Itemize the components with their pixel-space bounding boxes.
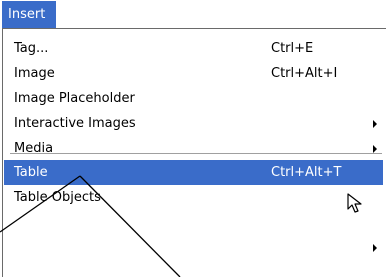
menu-item-label: Image <box>14 66 55 81</box>
menu-item-tag[interactable]: Tag... Ctrl+E <box>4 36 383 61</box>
menu-item-table-objects[interactable]: Table Objects <box>4 185 383 210</box>
menu-item-table[interactable]: Table Ctrl+Alt+T <box>4 160 383 185</box>
submenu-arrow-icon <box>373 145 377 153</box>
submenu-arrow-icon <box>373 120 377 128</box>
insert-menu-dropdown: Tag... Ctrl+E Image Ctrl+Alt+I Image Pla… <box>2 28 386 277</box>
insert-menu-title[interactable]: Insert <box>2 1 56 28</box>
menu-item-label: Interactive Images <box>14 116 136 131</box>
menu-separator <box>10 153 382 155</box>
menu-item-label: Media <box>14 141 54 156</box>
menu-item-label: Image Placeholder <box>14 91 135 106</box>
submenu-arrow-icon <box>373 244 377 252</box>
insert-menu-title-label: Insert <box>8 7 46 22</box>
menu-item-shortcut: Ctrl+Alt+T <box>271 165 342 180</box>
menu-item-label: Table <box>14 165 48 180</box>
menu-item-label: Table Objects <box>14 190 101 205</box>
menu-item-shortcut: Ctrl+E <box>271 41 314 56</box>
menu-item-hidden[interactable] <box>4 235 383 260</box>
menu-item-media[interactable]: Media <box>4 136 383 161</box>
mouse-pointer-icon <box>347 193 362 213</box>
menu-item-image-placeholder[interactable]: Image Placeholder <box>4 86 383 111</box>
menu-item-interactive-images[interactable]: Interactive Images <box>4 111 383 136</box>
menu-item-image[interactable]: Image Ctrl+Alt+I <box>4 61 383 86</box>
screenshot-stage: Insert Tag... Ctrl+E Image Ctrl+Alt+I Im… <box>0 0 386 277</box>
menu-item-shortcut: Ctrl+Alt+I <box>271 66 338 81</box>
menu-item-label: Tag... <box>14 41 49 56</box>
